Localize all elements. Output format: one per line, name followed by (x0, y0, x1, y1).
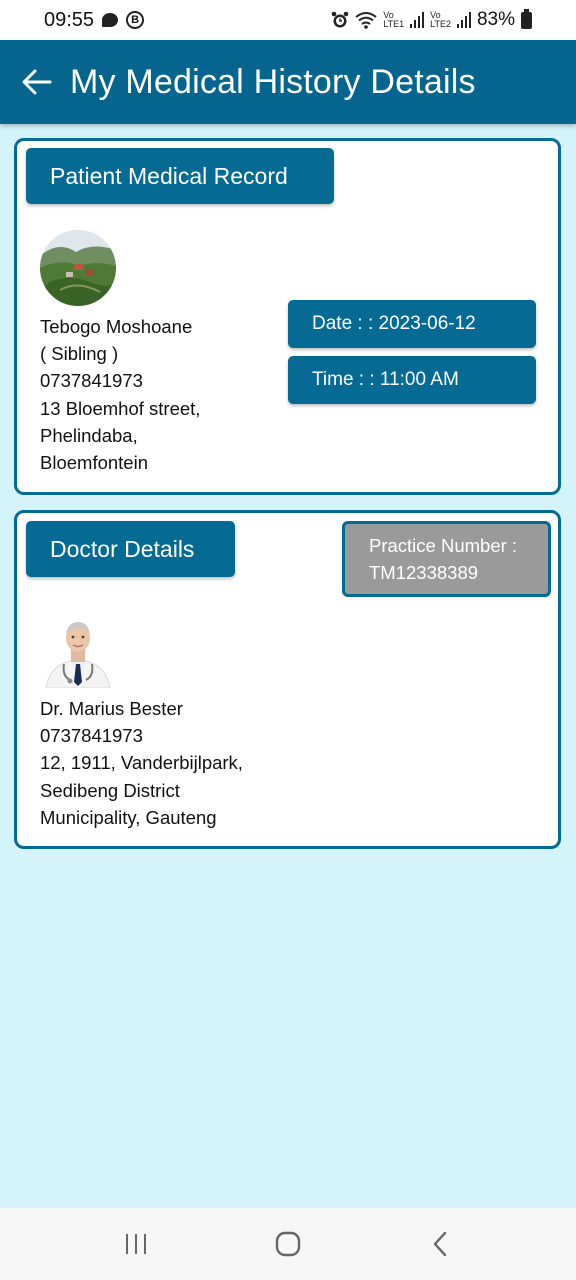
doctor-address-line2: Sedibeng District (40, 779, 180, 801)
sim1-label: Vo LTE1 (383, 11, 404, 29)
appointment-time: Time : : 11:00 AM (288, 356, 536, 404)
doctor-phone: 0737841973 (40, 725, 143, 747)
page-title: My Medical History Details (70, 62, 476, 101)
battery-percent: 83% (476, 9, 515, 30)
sim2-lte-label: LTE2 (430, 19, 451, 29)
recent-apps-icon (126, 1234, 146, 1254)
battery-icon (521, 8, 532, 29)
signal-icon-2 (456, 12, 471, 28)
arrow-left-icon[interactable] (20, 65, 54, 99)
patient-avatar (40, 230, 116, 306)
doctor-info: Dr. Marius Bester 0737841973 12, 1911, V… (40, 695, 340, 831)
chat-bubble-icon (102, 13, 119, 27)
status-left: 09:55 B (44, 8, 145, 32)
patient-info: Tebogo Moshoane ( Sibling ) 0737841973 1… (40, 313, 280, 476)
patient-record-card: Patient Medical Record Tebogo Moshoane (… (14, 138, 561, 495)
signal-icon (410, 12, 425, 28)
status-right: Vo LTE1 Vo LTE2 83% (331, 8, 532, 31)
patient-address-line3: Bloemfontein (40, 452, 148, 474)
practice-number-box: Practice Number : TM12338389 (342, 521, 551, 597)
status-time: 09:55 (44, 8, 95, 31)
landscape-photo-icon (40, 230, 116, 306)
doctor-address-line3: Municipality, Gauteng (40, 806, 217, 828)
nav-back-button[interactable] (410, 1219, 470, 1269)
sim2-label: Vo LTE2 (430, 11, 451, 29)
practice-number-value: TM12338389 (369, 562, 479, 583)
patient-address-line2: Phelindaba, (40, 424, 138, 446)
home-button[interactable] (258, 1219, 318, 1269)
b-badge-icon: B (126, 11, 145, 29)
doctor-avatar (40, 612, 116, 688)
status-bar: 09:55 B Vo LTE1 Vo LTE2 83% (0, 0, 576, 40)
back-icon (433, 1231, 447, 1257)
practice-number-label: Practice Number : (369, 535, 518, 556)
patient-relation: ( Sibling ) (40, 343, 119, 365)
alarm-icon (331, 11, 349, 28)
doctor-details-card: Doctor Details Practice Number : TM12338… (14, 510, 561, 849)
app-bar: My Medical History Details (0, 40, 576, 124)
sim1-lte-label: LTE1 (383, 19, 405, 29)
doctor-address-line1: 12, 1911, Vanderbijlpark, (40, 752, 243, 774)
patient-record-heading: Patient Medical Record (26, 148, 334, 204)
home-icon (275, 1231, 301, 1257)
system-nav-bar (0, 1208, 576, 1280)
doctor-details-heading: Doctor Details (26, 521, 235, 577)
doctor-name: Dr. Marius Bester (40, 698, 183, 719)
wifi-icon (355, 12, 377, 29)
recent-apps-button[interactable] (106, 1219, 166, 1269)
patient-address-line1: 13 Bloemhof street, (40, 397, 201, 419)
patient-phone: 0737841973 (40, 370, 143, 392)
appointment-date: Date : : 2023-06-12 (288, 300, 536, 348)
patient-name: Tebogo Moshoane (40, 316, 193, 337)
doctor-photo-icon (40, 612, 116, 688)
